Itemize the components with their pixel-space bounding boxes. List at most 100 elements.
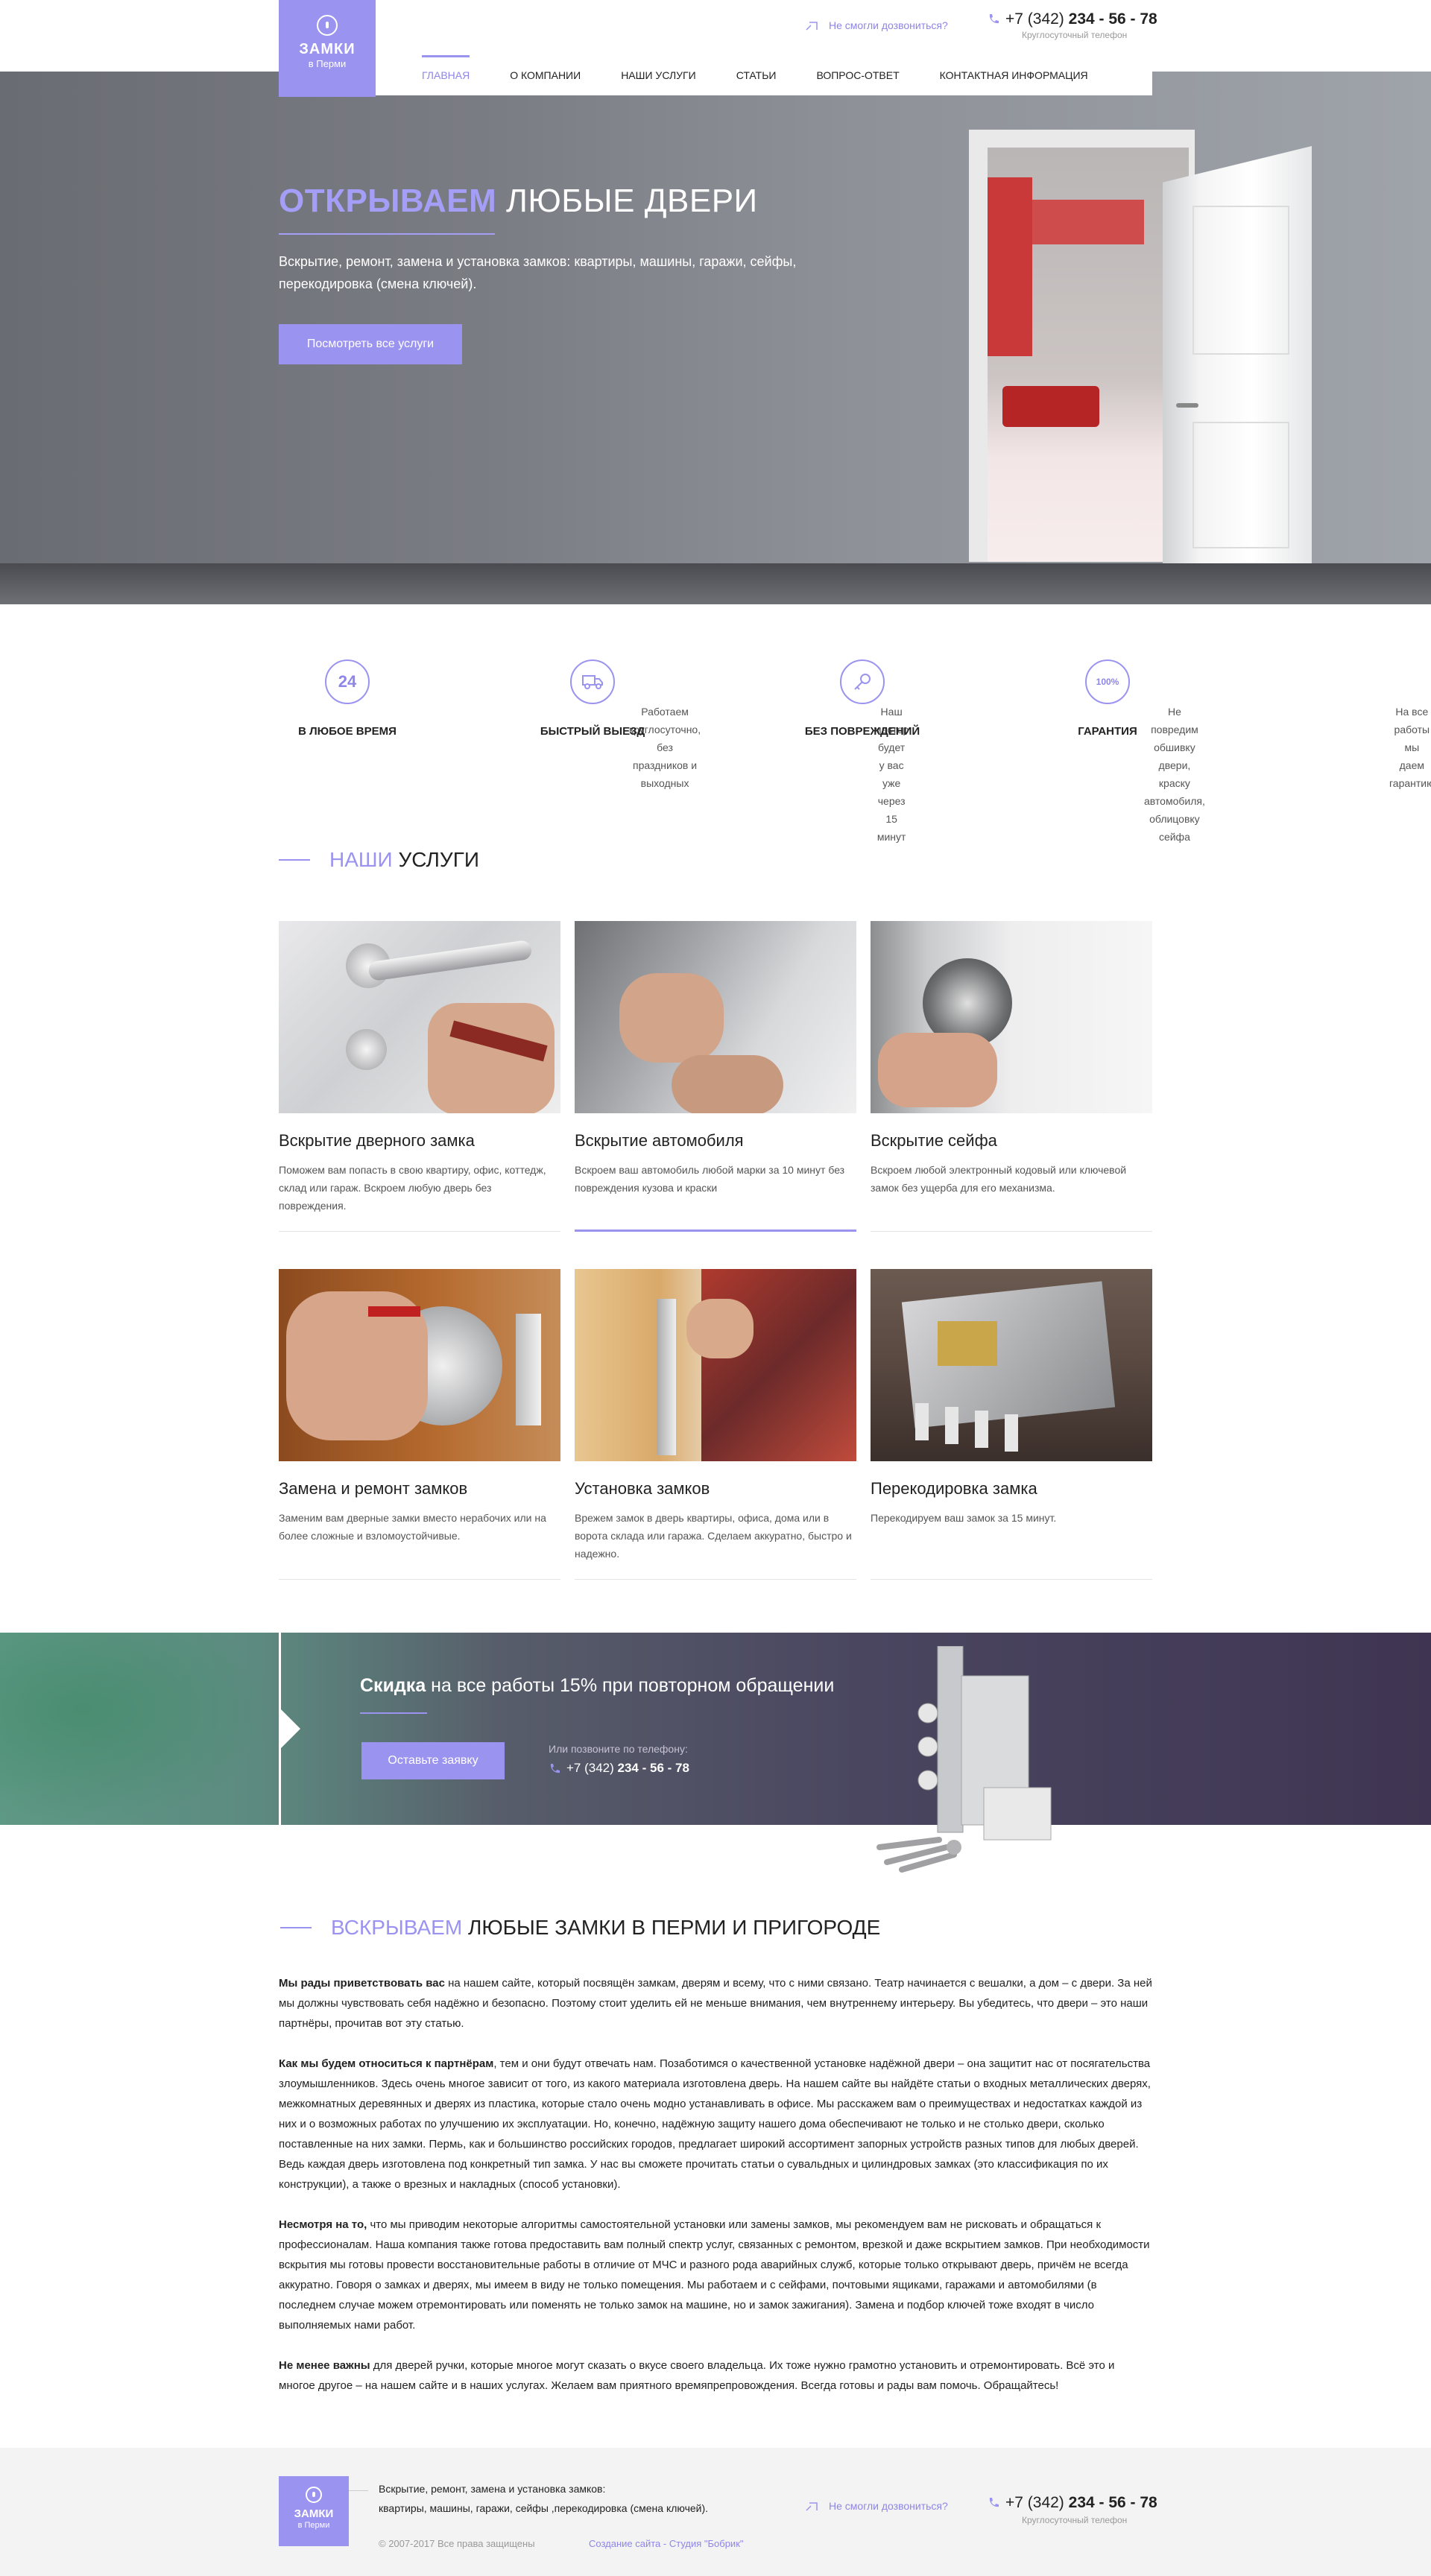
mortise-lock-image — [876, 1646, 1052, 1873]
promo-phone[interactable]: +7 (342) 234 - 56 - 78 — [549, 1761, 689, 1776]
service-card-door[interactable]: Вскрытие дверного замка Поможем вам попа… — [279, 921, 560, 1232]
footer-logo[interactable]: ЗАМКИ в Перми — [279, 2476, 349, 2546]
service-card-car[interactable]: Вскрытие автомобиля Вскроем ваш автомоби… — [575, 921, 856, 1232]
service-card-install[interactable]: Установка замков Врежем замок в дверь кв… — [575, 1269, 856, 1580]
feature-title: Без повреждений — [804, 725, 920, 738]
lock-icon — [317, 15, 338, 36]
discount-banner: Скидка на все работы 15% при повторном о… — [0, 1633, 1431, 1873]
lock-replacement-image — [279, 1269, 560, 1461]
plant-image — [0, 1633, 276, 1825]
hero-banner — [0, 72, 1431, 604]
nav-item-about[interactable]: О компании — [510, 55, 581, 95]
card-divider — [871, 1231, 1152, 1232]
article-paragraph: Несмотря на то, что мы приводим некоторы… — [279, 2218, 1150, 2332]
clock-24-icon: 24 — [325, 659, 370, 704]
callback-label: Не смогли дозвониться? — [829, 19, 948, 31]
logo-name: ЗАМКИ — [294, 2507, 334, 2520]
article-title-rest: ЛЮБЫЕ ЗАМКИ В ПЕРМИ И ПРИГОРОДЕ — [467, 1916, 881, 1939]
article-body: Мы рады приветствовать вас на нашем сайт… — [279, 1973, 1152, 2416]
card-divider — [279, 1579, 560, 1580]
discount-title-rest: на все работы 15% при повторном обращени… — [426, 1675, 835, 1696]
feature-guarantee: 100% Гарантия На все работы мы даем гаран… — [1011, 659, 1431, 789]
phone-icon — [989, 14, 999, 24]
services-title-rest: УСЛУГИ — [398, 848, 479, 871]
safe-image — [871, 921, 1152, 1113]
nav-item-home[interactable]: Главная — [422, 55, 470, 95]
call-prompt: Или позвоните по телефону: — [549, 1743, 688, 1755]
phone-note: Круглосуточный телефон — [1022, 30, 1128, 40]
service-text: Заменим вам дверные замки вместо нерабоч… — [279, 1512, 546, 1542]
service-text: Вскроем ваш автомобиль любой марки за 10… — [575, 1164, 845, 1194]
footer-callback-link[interactable]: Не смогли дозвониться? — [805, 2500, 948, 2512]
card-divider — [871, 1579, 1152, 1580]
lock-mechanism-image — [871, 1269, 1152, 1461]
feature-text: На все работы мы даем гарантию — [1389, 706, 1431, 789]
feature-no-damage: Без повреждений Не повредим обшивку двер… — [765, 659, 1205, 843]
phone-prefix: +7 (342) — [1005, 10, 1069, 28]
service-card-recode[interactable]: Перекодировка замка Перекодируем ваш зам… — [871, 1269, 1152, 1580]
phone-call-icon — [806, 22, 818, 31]
phone-prefix: +7 (342) — [1005, 2494, 1069, 2511]
open-door-image — [1163, 146, 1312, 601]
article-paragraph: Не менее важны для дверей ручки, которые… — [279, 2359, 1115, 2392]
service-title: Вскрытие сейфа — [871, 1131, 997, 1150]
view-services-button[interactable]: Посмотреть все услуги — [279, 324, 462, 364]
developer-link[interactable]: Создание сайта - Студия "Бобрик" — [589, 2538, 744, 2549]
copyright: © 2007-2017 Все права защищены — [379, 2538, 535, 2549]
phone-prefix: +7 (342) — [566, 1761, 618, 1775]
service-title: Перекодировка замка — [871, 1479, 1037, 1498]
footer-description: Вскрытие, ремонт, замена и установка зам… — [379, 2483, 709, 2514]
lock-install-image — [575, 1269, 856, 1461]
article-paragraph: Как мы будем относиться к партнёрам, тем… — [279, 2057, 1151, 2191]
hero-title: ОТКРЫВАЕМ ЛЮБЫЕ ДВЕРИ — [279, 183, 758, 220]
site-footer: ЗАМКИ в Перми Вскрытие, ремонт, замена и… — [0, 2448, 1431, 2576]
phone-note: Круглосуточный телефон — [1022, 2515, 1128, 2525]
door-lock-image — [279, 921, 560, 1113]
callback-label: Не смогли дозвониться? — [829, 2500, 948, 2512]
feature-title: В любое время — [298, 725, 397, 738]
discount-title-bold: Скидка — [360, 1675, 426, 1696]
logo-city: в Перми — [308, 58, 347, 69]
feature-title: Быстрый выезд — [540, 725, 645, 738]
card-divider — [279, 1231, 560, 1232]
room-image — [988, 148, 1189, 562]
feature-fast: Быстрый выезд Наш мастер будет у вас уже… — [496, 659, 909, 843]
site-logo[interactable]: ЗАМКИ в Перми — [279, 0, 376, 97]
service-title: Вскрытие дверного замка — [279, 1131, 475, 1150]
callback-link[interactable]: Не смогли дозвониться? — [805, 19, 948, 31]
truck-icon — [570, 659, 615, 704]
card-divider-active — [575, 1230, 856, 1232]
service-text: Перекодируем ваш замок за 15 минут. — [871, 1512, 1057, 1524]
service-text: Врежем замок в дверь квартиры, офиса, до… — [575, 1512, 852, 1560]
service-title: Установка замков — [575, 1479, 710, 1498]
service-text: Поможем вам попасть в свою квартиру, офи… — [279, 1164, 546, 1212]
header-phone[interactable]: +7 (342) 234 - 56 - 78 — [988, 10, 1157, 28]
nav-item-articles[interactable]: Статьи — [736, 55, 777, 95]
main-nav: Главная О компании Наши услуги Статьи Во… — [376, 55, 1152, 95]
lock-icon — [306, 2487, 322, 2503]
nav-item-faq[interactable]: Вопрос-ответ — [816, 55, 899, 95]
hero-title-accent: ОТКРЫВАЕМ — [279, 183, 497, 219]
nav-item-contacts[interactable]: Контактная информация — [940, 55, 1088, 95]
card-divider — [575, 1579, 856, 1580]
nav-item-services[interactable]: Наши услуги — [621, 55, 696, 95]
banner-arrow-icon — [281, 1709, 300, 1748]
service-card-safe[interactable]: Вскрытие сейфа Вскроем любой электронный… — [871, 921, 1152, 1232]
discount-title: Скидка на все работы 15% при повторном о… — [360, 1675, 834, 1697]
feature-anytime: 24 В любое время Работаем круглосуточно,… — [250, 659, 701, 789]
footer-phone[interactable]: +7 (342) 234 - 56 - 78 — [988, 2494, 1157, 2512]
footer-divider — [349, 2490, 368, 2491]
service-title: Замена и ремонт замков — [279, 1479, 468, 1498]
logo-name: ЗАМКИ — [299, 41, 356, 57]
article-title: ВСКРЫВАЕМ ЛЮБЫЕ ЗАМКИ В ПЕРМИ И ПРИГОРОД… — [279, 1916, 881, 1940]
hero-floor — [0, 563, 1431, 604]
services-title-accent: НАШИ — [329, 848, 393, 871]
leave-request-button[interactable]: Оставьте заявку — [361, 1742, 505, 1779]
service-title: Вскрытие автомобиля — [575, 1131, 744, 1150]
service-card-replace[interactable]: Замена и ремонт замков Заменим вам дверн… — [279, 1269, 560, 1580]
phone-call-icon — [806, 2502, 818, 2511]
hero-underline — [279, 233, 495, 235]
service-text: Вскроем любой электронный кодовый или кл… — [871, 1164, 1127, 1194]
discount-underline — [360, 1712, 427, 1714]
car-lock-image — [575, 921, 856, 1113]
